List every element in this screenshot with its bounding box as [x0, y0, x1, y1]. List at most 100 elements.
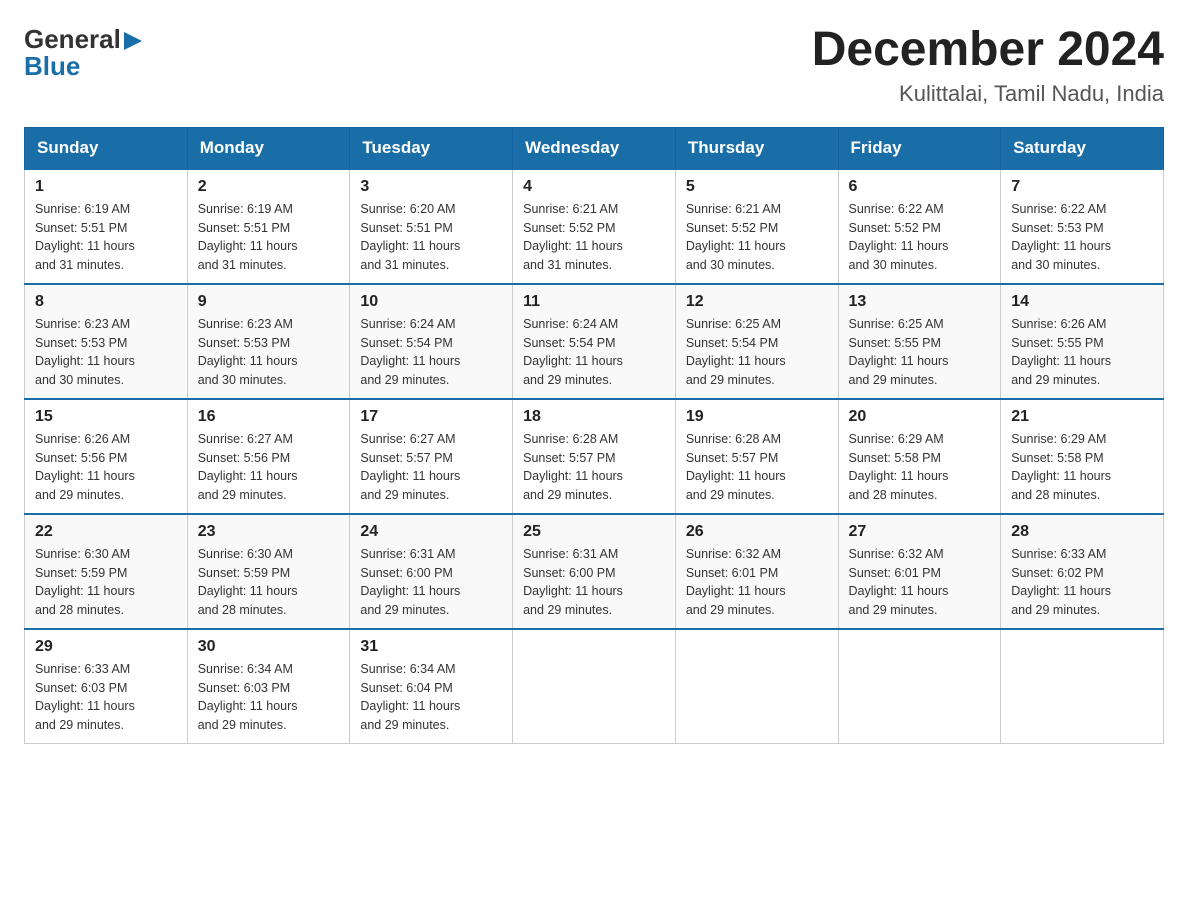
day-info: Sunrise: 6:30 AMSunset: 5:59 PMDaylight:…: [35, 545, 177, 620]
calendar-cell: 20 Sunrise: 6:29 AMSunset: 5:58 PMDayligh…: [838, 399, 1001, 514]
day-number: 14: [1011, 293, 1153, 311]
logo-blue-text: Blue: [24, 51, 142, 82]
day-number: 8: [35, 293, 177, 311]
calendar-cell: 8 Sunrise: 6:23 AMSunset: 5:53 PMDaylight…: [25, 284, 188, 399]
calendar-cell: 23Sunrise: 6:30 AMSunset: 5:59 PMDayligh…: [187, 514, 350, 629]
calendar-cell: 19Sunrise: 6:28 AMSunset: 5:57 PMDayligh…: [675, 399, 838, 514]
day-number: 7: [1011, 178, 1153, 196]
day-number: 20: [849, 408, 991, 426]
day-number: 3: [360, 178, 502, 196]
calendar-cell: 29 Sunrise: 6:33 AMSunset: 6:03 PMDayligh…: [25, 629, 188, 744]
day-info: Sunrise: 6:28 AMSunset: 5:57 PMDaylight:…: [523, 430, 665, 505]
calendar-table: Sunday Monday Tuesday Wednesday Thursday…: [24, 127, 1164, 744]
calendar-cell: 21 Sunrise: 6:29 AMSunset: 5:58 PMDayligh…: [1001, 399, 1164, 514]
day-number: 9: [198, 293, 340, 311]
day-number: 26: [686, 523, 828, 541]
calendar-cell: 25 Sunrise: 6:31 AMSunset: 6:00 PMDayligh…: [513, 514, 676, 629]
week-row-2: 8 Sunrise: 6:23 AMSunset: 5:53 PMDaylight…: [25, 284, 1164, 399]
day-number: 17: [360, 408, 502, 426]
calendar-cell: 3Sunrise: 6:20 AMSunset: 5:51 PMDaylight…: [350, 169, 513, 284]
day-info: Sunrise: 6:23 AMSunset: 5:53 PMDaylight:…: [35, 315, 177, 390]
calendar-cell: 18 Sunrise: 6:28 AMSunset: 5:57 PMDayligh…: [513, 399, 676, 514]
day-info: Sunrise: 6:27 AMSunset: 5:56 PMDaylight:…: [198, 430, 340, 505]
day-info: Sunrise: 6:29 AMSunset: 5:58 PMDaylight:…: [1011, 430, 1153, 505]
header-thursday: Thursday: [675, 127, 838, 169]
day-number: 19: [686, 408, 828, 426]
calendar-cell: 16Sunrise: 6:27 AMSunset: 5:56 PMDayligh…: [187, 399, 350, 514]
header-row: Sunday Monday Tuesday Wednesday Thursday…: [25, 127, 1164, 169]
day-info: Sunrise: 6:26 AMSunset: 5:56 PMDaylight:…: [35, 430, 177, 505]
calendar-cell: 31 Sunrise: 6:34 AMSunset: 6:04 PMDayligh…: [350, 629, 513, 744]
day-number: 24: [360, 523, 502, 541]
logo-arrow-icon: [124, 32, 142, 50]
day-number: 6: [849, 178, 991, 196]
header-saturday: Saturday: [1001, 127, 1164, 169]
day-number: 12: [686, 293, 828, 311]
day-info: Sunrise: 6:22 AMSunset: 5:53 PMDaylight:…: [1011, 200, 1153, 275]
day-info: Sunrise: 6:24 AMSunset: 5:54 PMDaylight:…: [360, 315, 502, 390]
day-info: Sunrise: 6:29 AMSunset: 5:58 PMDaylight:…: [849, 430, 991, 505]
week-row-5: 29 Sunrise: 6:33 AMSunset: 6:03 PMDayligh…: [25, 629, 1164, 744]
day-info: Sunrise: 6:25 AMSunset: 5:54 PMDaylight:…: [686, 315, 828, 390]
calendar-cell: [838, 629, 1001, 744]
day-number: 11: [523, 293, 665, 311]
calendar-cell: 4Sunrise: 6:21 AMSunset: 5:52 PMDaylight…: [513, 169, 676, 284]
calendar-cell: 14 Sunrise: 6:26 AMSunset: 5:55 PMDayligh…: [1001, 284, 1164, 399]
day-number: 18: [523, 408, 665, 426]
day-number: 22: [35, 523, 177, 541]
day-info: Sunrise: 6:25 AMSunset: 5:55 PMDaylight:…: [849, 315, 991, 390]
header-monday: Monday: [187, 127, 350, 169]
calendar-cell: 6 Sunrise: 6:22 AMSunset: 5:52 PMDaylight…: [838, 169, 1001, 284]
day-info: Sunrise: 6:33 AMSunset: 6:03 PMDaylight:…: [35, 660, 177, 735]
day-info: Sunrise: 6:19 AMSunset: 5:51 PMDaylight:…: [35, 200, 177, 275]
page-header: General Blue December 2024 Kulittalai, T…: [24, 24, 1164, 107]
day-info: Sunrise: 6:33 AMSunset: 6:02 PMDaylight:…: [1011, 545, 1153, 620]
day-number: 31: [360, 638, 502, 656]
day-info: Sunrise: 6:26 AMSunset: 5:55 PMDaylight:…: [1011, 315, 1153, 390]
day-info: Sunrise: 6:21 AMSunset: 5:52 PMDaylight:…: [686, 200, 828, 275]
week-row-1: 1Sunrise: 6:19 AMSunset: 5:51 PMDaylight…: [25, 169, 1164, 284]
day-number: 27: [849, 523, 991, 541]
day-info: Sunrise: 6:34 AMSunset: 6:03 PMDaylight:…: [198, 660, 340, 735]
calendar-cell: 30 Sunrise: 6:34 AMSunset: 6:03 PMDayligh…: [187, 629, 350, 744]
logo: General Blue: [24, 24, 142, 82]
day-info: Sunrise: 6:22 AMSunset: 5:52 PMDaylight:…: [849, 200, 991, 275]
calendar-cell: 7 Sunrise: 6:22 AMSunset: 5:53 PMDaylight…: [1001, 169, 1164, 284]
title-section: December 2024 Kulittalai, Tamil Nadu, In…: [812, 24, 1164, 107]
calendar-cell: 5 Sunrise: 6:21 AMSunset: 5:52 PMDaylight…: [675, 169, 838, 284]
day-info: Sunrise: 6:31 AMSunset: 6:00 PMDaylight:…: [523, 545, 665, 620]
week-row-3: 15 Sunrise: 6:26 AMSunset: 5:56 PMDayligh…: [25, 399, 1164, 514]
day-info: Sunrise: 6:19 AMSunset: 5:51 PMDaylight:…: [198, 200, 340, 275]
calendar-cell: 24 Sunrise: 6:31 AMSunset: 6:00 PMDayligh…: [350, 514, 513, 629]
page-subtitle: Kulittalai, Tamil Nadu, India: [812, 81, 1164, 107]
day-number: 30: [198, 638, 340, 656]
day-number: 25: [523, 523, 665, 541]
day-info: Sunrise: 6:34 AMSunset: 6:04 PMDaylight:…: [360, 660, 502, 735]
calendar-cell: 1Sunrise: 6:19 AMSunset: 5:51 PMDaylight…: [25, 169, 188, 284]
day-number: 15: [35, 408, 177, 426]
day-info: Sunrise: 6:32 AMSunset: 6:01 PMDaylight:…: [686, 545, 828, 620]
day-number: 29: [35, 638, 177, 656]
header-wednesday: Wednesday: [513, 127, 676, 169]
calendar-header: Sunday Monday Tuesday Wednesday Thursday…: [25, 127, 1164, 169]
day-number: 21: [1011, 408, 1153, 426]
calendar-cell: [513, 629, 676, 744]
week-row-4: 22 Sunrise: 6:30 AMSunset: 5:59 PMDayligh…: [25, 514, 1164, 629]
calendar-cell: 11Sunrise: 6:24 AMSunset: 5:54 PMDayligh…: [513, 284, 676, 399]
day-info: Sunrise: 6:30 AMSunset: 5:59 PMDaylight:…: [198, 545, 340, 620]
day-number: 10: [360, 293, 502, 311]
calendar-cell: 28Sunrise: 6:33 AMSunset: 6:02 PMDayligh…: [1001, 514, 1164, 629]
calendar-cell: 15 Sunrise: 6:26 AMSunset: 5:56 PMDayligh…: [25, 399, 188, 514]
calendar-cell: [675, 629, 838, 744]
day-number: 4: [523, 178, 665, 196]
calendar-cell: 13Sunrise: 6:25 AMSunset: 5:55 PMDayligh…: [838, 284, 1001, 399]
day-number: 5: [686, 178, 828, 196]
page-title: December 2024: [812, 24, 1164, 77]
calendar-cell: 26 Sunrise: 6:32 AMSunset: 6:01 PMDayligh…: [675, 514, 838, 629]
header-friday: Friday: [838, 127, 1001, 169]
calendar-cell: 17Sunrise: 6:27 AMSunset: 5:57 PMDayligh…: [350, 399, 513, 514]
calendar-cell: 10 Sunrise: 6:24 AMSunset: 5:54 PMDayligh…: [350, 284, 513, 399]
header-sunday: Sunday: [25, 127, 188, 169]
day-info: Sunrise: 6:31 AMSunset: 6:00 PMDaylight:…: [360, 545, 502, 620]
day-number: 2: [198, 178, 340, 196]
